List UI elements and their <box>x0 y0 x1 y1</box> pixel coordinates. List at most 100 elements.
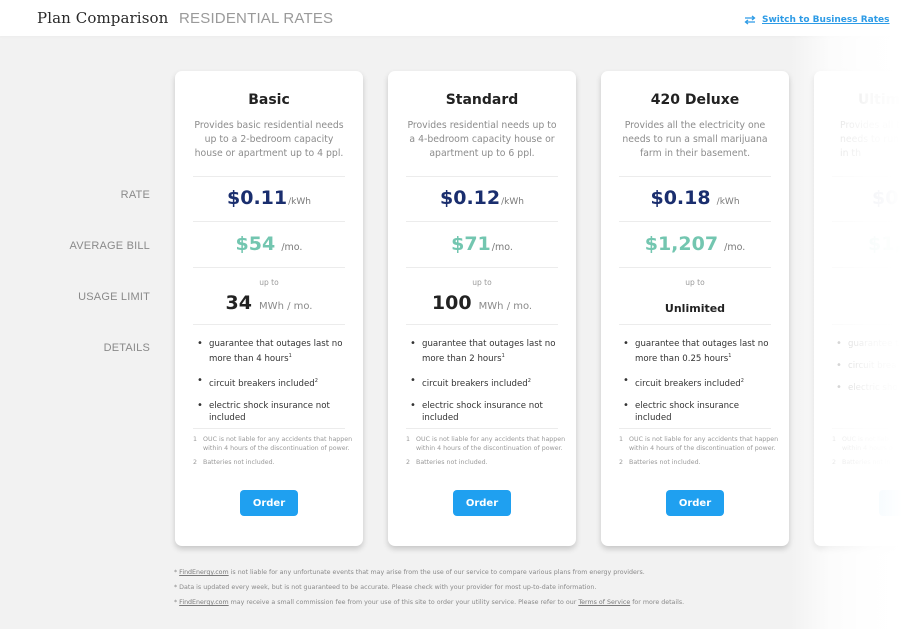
disclaimer-item: * Data is updated every week, but is not… <box>174 580 684 595</box>
plan-description: Provides all t needs to run farm in th <box>840 120 902 159</box>
plan-bill: $54 /mo. <box>175 233 363 255</box>
plan-footnotes: 1 OUC is not liable for any accidents tha… <box>193 435 353 472</box>
divider <box>193 428 345 429</box>
footnote-ref: 1 <box>501 353 505 359</box>
plan-rate: $0.12/kWh <box>388 187 576 209</box>
disclaimer-text: * Data is updated every week, but is not… <box>174 584 597 591</box>
footnote-number: 1 <box>193 436 198 443</box>
detail-item: circuit breakers included2 <box>623 375 773 390</box>
limit-prefix: up to <box>259 278 279 287</box>
plan-card-420-deluxe: 420 Deluxe Provides all the electricity … <box>601 71 789 546</box>
footnote-number: 1 <box>832 436 837 443</box>
plan-footnotes: 1 OUC is not liable for any accidents tha… <box>619 435 779 472</box>
disclaimer-text: is not liable for any unfortunate events… <box>228 569 645 576</box>
plan-details-list: guarantee t more than 0 circuit brea ele… <box>836 338 902 404</box>
rate-unit: /kWh <box>501 197 524 207</box>
plan-limit: Unlimited <box>601 292 789 315</box>
detail-text: electric shock insurance not included <box>209 400 330 423</box>
footnote-ref: 2 <box>740 377 744 384</box>
row-label-rate: RATE <box>120 189 150 201</box>
divider <box>832 428 902 429</box>
divider <box>406 221 558 222</box>
bill-value: $1,2 <box>868 233 902 255</box>
rate-value: $0.18 <box>650 187 711 209</box>
plan-details-list: guarantee that outages last no more than… <box>410 338 560 434</box>
findenergy-link[interactable]: FindEnergy.com <box>179 569 229 576</box>
detail-text: electric shock insurance not included <box>422 400 543 423</box>
disclaimers: * FindEnergy.com is not liable for any u… <box>174 565 684 610</box>
plan-bill: $1,2 <box>814 233 902 255</box>
detail-item: electric shock insurance included <box>623 400 773 424</box>
limit-prefix: up to <box>685 278 705 287</box>
divider <box>619 176 771 177</box>
footnote-ref: 2 <box>527 377 531 384</box>
divider <box>619 267 771 268</box>
divider <box>832 267 902 268</box>
plan-rate: $0.18 /kWh <box>601 187 789 209</box>
rate-unit: /kWh <box>288 197 311 207</box>
footnote: 1 OUC is not liable for any accidents tha… <box>619 435 779 453</box>
bill-value: $54 <box>235 233 276 255</box>
footnote-ref: 1 <box>728 353 732 359</box>
detail-item: electric shock insurance not included <box>197 400 347 424</box>
footnote-number: 1 <box>406 436 411 443</box>
footnote-text: OUC is not liable for any accidents that… <box>416 436 566 452</box>
order-button-basic[interactable]: Order <box>240 490 298 516</box>
row-label-usage-limit: USAGE LIMIT <box>78 291 150 303</box>
switch-to-business-rates-link[interactable]: Switch to Business Rates <box>744 15 890 25</box>
detail-text: electric sho <box>848 383 898 393</box>
order-button-standard[interactable]: Order <box>453 490 511 516</box>
footnote-number: 2 <box>832 459 837 466</box>
footnote: 1 OUC is not liable for any accidents tha… <box>193 435 353 453</box>
plan-details-list: guarantee that outages last no more than… <box>197 338 347 434</box>
footnote-text: OUC is not liable for any accidents that… <box>629 436 779 452</box>
detail-text: guarantee that outages last no more than… <box>209 339 343 364</box>
detail-text: guarantee that outages last no more than… <box>422 339 556 364</box>
row-label-average-bill: AVERAGE BILL <box>69 240 150 252</box>
detail-item: guarantee t more than 0 <box>836 338 902 350</box>
plan-name: 420 Deluxe <box>650 92 740 108</box>
order-button-420-deluxe[interactable]: Order <box>666 490 724 516</box>
divider <box>406 176 558 177</box>
footnote-number: 2 <box>193 459 198 466</box>
divider <box>193 267 345 268</box>
detail-item: circuit brea <box>836 360 902 372</box>
plan-name: Basic <box>248 92 290 108</box>
detail-text: guarantee that outages last no more than… <box>635 339 769 364</box>
plan-card-ultimate: Ultim Provides all t needs to run farm i… <box>814 71 902 546</box>
divider <box>832 221 902 222</box>
footnote-number: 1 <box>619 436 624 443</box>
disclaimer-item: * FindEnergy.com is not liable for any u… <box>174 565 684 580</box>
footnote-ref: 1 <box>288 353 292 359</box>
limit-value: Unlimited <box>664 302 726 315</box>
footnote-ref: 2 <box>314 377 318 384</box>
divider <box>193 324 345 325</box>
page-subtitle: RESIDENTIAL RATES <box>179 10 334 27</box>
disclaimer-text: may receive a small commission fee from … <box>228 599 579 606</box>
plan-card-standard: Standard Provides residential needs up t… <box>388 71 576 546</box>
limit-unit: MWh / mo. <box>259 301 313 312</box>
plan-name: Standard <box>445 92 519 108</box>
bill-value: $71 <box>451 233 491 255</box>
bill-unit: /mo. <box>491 242 513 253</box>
plan-limit: 34 MWh / mo. <box>175 292 363 314</box>
footnote-text: OUC is not liab within 4 hours o <box>842 436 893 452</box>
findenergy-link[interactable]: FindEnergy.com <box>179 599 229 606</box>
footnote: 2 Batteries not included. <box>406 458 566 467</box>
limit-unit: MWh / mo. <box>478 301 533 312</box>
footnote: 2 Batteries not included. <box>193 458 353 467</box>
detail-item: circuit breakers included2 <box>410 375 560 390</box>
footnote: 1 OUC is not liable for any accidents tha… <box>406 435 566 453</box>
terms-of-service-link[interactable]: Terms of Service <box>578 599 630 606</box>
footnote-number: 2 <box>619 459 624 466</box>
plan-description: Provides residential needs up to a 4-bed… <box>407 120 557 159</box>
detail-item: guarantee that outages last no more than… <box>197 338 347 365</box>
rate-value: $0. <box>872 187 902 209</box>
plan-rate: $0. <box>814 187 902 209</box>
plan-card-basic: Basic Provides basic residential needs u… <box>175 71 363 546</box>
top-bar: Plan Comparison RESIDENTIAL RATES Switch… <box>0 0 902 36</box>
detail-text: circuit breakers included <box>422 378 528 389</box>
detail-item: electric sho <box>836 382 902 394</box>
bill-unit: /mo. <box>281 242 303 253</box>
order-button-ultimate[interactable] <box>879 490 902 516</box>
